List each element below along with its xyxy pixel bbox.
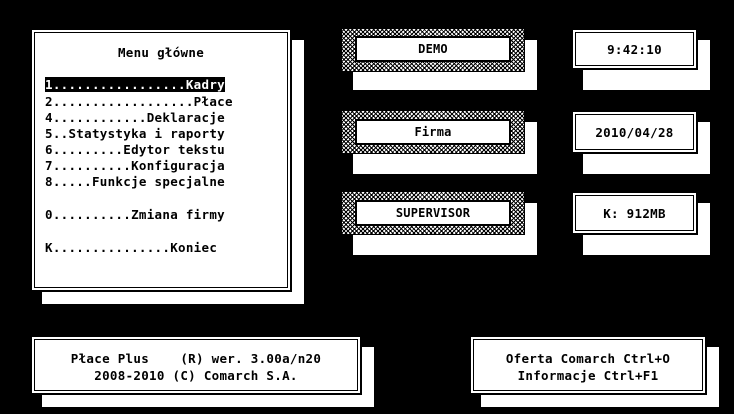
disk-box: K: 912MB [571,191,698,235]
product-line-1: Płace Plus (R) wer. 3.00a/n20 [70,351,322,366]
product-line-2: 2008-2010 (C) Comarch S.A. [94,368,298,383]
menu-item-zmiana-firmy[interactable]: 0..........Zmiana firmy [45,207,225,222]
menu-item-edytor[interactable]: 6.........Edytor tekstu [45,142,225,157]
database-label: DEMO [355,36,511,62]
menu-item-kadry[interactable]: 1.................Kadry [45,77,225,92]
menu-item-place[interactable]: 2..................Płace [45,94,233,109]
time-box: 9:42:10 [571,28,698,70]
menu-item-funkcje[interactable]: 8.....Funkcje specjalne [45,174,225,189]
menu-item-deklaracje[interactable]: 4............Deklaracje [45,110,225,125]
menu-list: 1.................Kadry 2...............… [45,77,281,287]
database-box: DEMO [341,28,525,72]
info-shortcut[interactable]: Informacje Ctrl+F1 [471,368,705,383]
product-box: Płace Plus (R) wer. 3.00a/n20 2008-2010 … [30,335,362,395]
date-box: 2010/04/28 [571,110,698,154]
operator-label: SUPERVISOR [355,200,511,226]
menu-title: Menu główne [117,45,205,60]
menu-item-statystyka[interactable]: 5..Statystyka i raporty [45,126,225,141]
time-value: 9:42:10 [607,42,662,57]
company-label: Firma [355,119,511,145]
menu-item-koniec[interactable]: K...............Koniec [45,240,217,255]
shortcuts-box: Oferta Comarch Ctrl+O Informacje Ctrl+F1 [469,335,707,395]
main-menu-panel: Menu główne 1.................Kadry 2...… [30,28,292,292]
date-value: 2010/04/28 [595,125,674,140]
operator-box: SUPERVISOR [341,191,525,235]
company-box: Firma [341,110,525,154]
disk-value: K: 912MB [603,206,666,221]
menu-item-konfiguracja[interactable]: 7..........Konfiguracja [45,158,225,173]
offer-shortcut[interactable]: Oferta Comarch Ctrl+O [471,351,705,366]
